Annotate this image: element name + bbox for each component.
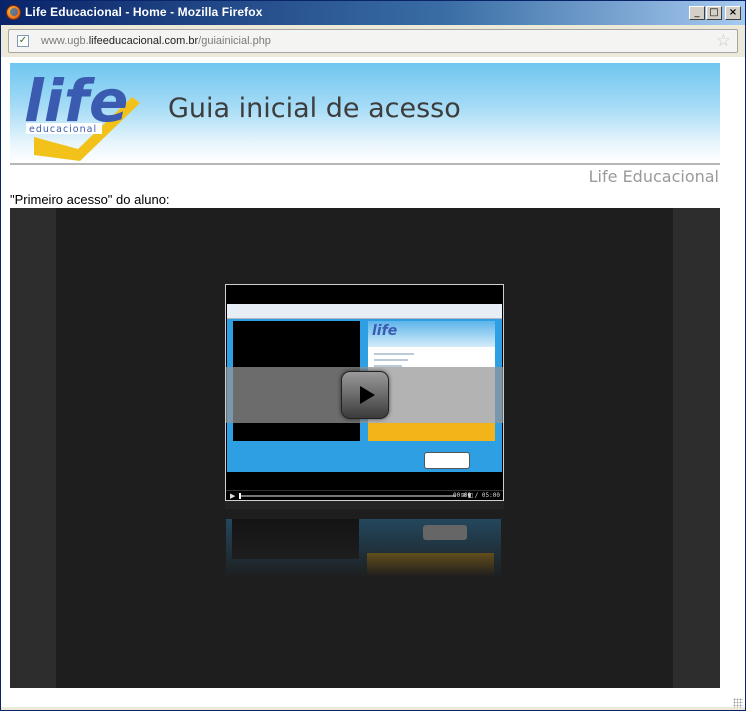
- video-controls: ▶ ⊞ ◧ 00:00 / 05:00: [226, 490, 503, 500]
- navigation-toolbar: ✓ www.ugb.lifeeducacional.com.br/guiaini…: [1, 25, 745, 57]
- header-banner: life educacional Guia inicial de acesso: [10, 63, 720, 163]
- control-play-icon[interactable]: ▶: [230, 492, 235, 500]
- url-text[interactable]: www.ugb.lifeeducacional.com.br/guiainici…: [41, 35, 271, 47]
- life-educacional-logo: life educacional: [24, 67, 140, 161]
- url-path: /guiainicial.php: [198, 35, 271, 47]
- browser-window: Life Educacional - Home - Mozilla Firefo…: [0, 0, 746, 711]
- status-bar: [1, 707, 745, 710]
- seek-bar[interactable]: [239, 493, 456, 499]
- reflection-yellow: [367, 553, 494, 577]
- close-button[interactable]: ×: [725, 6, 741, 20]
- star-icon[interactable]: ☆: [716, 31, 731, 51]
- thumbnail-line: [374, 353, 414, 355]
- logo-subtext: educacional: [29, 124, 97, 135]
- video-player[interactable]: life ▶ ⊞ ◧ 00:00 / 05:00: [225, 284, 504, 501]
- video-reflection: [225, 501, 504, 591]
- url-prefix: www.ugb.: [41, 35, 89, 47]
- thumbnail-chat-bubble: [424, 452, 470, 469]
- thumbnail-line: [374, 359, 408, 361]
- video-area: life ▶ ⊞ ◧ 00:00 / 05:00: [10, 208, 720, 688]
- video-stage: life ▶ ⊞ ◧ 00:00 / 05:00: [56, 208, 673, 688]
- thumbnail-panel-header: life: [368, 321, 495, 347]
- title-bar[interactable]: Life Educacional - Home - Mozilla Firefo…: [1, 1, 745, 25]
- play-icon: [360, 386, 375, 404]
- window-title: Life Educacional - Home - Mozilla Firefo…: [25, 5, 263, 19]
- firefox-icon: [6, 5, 21, 20]
- play-button[interactable]: [341, 371, 389, 419]
- time-display: 00:00 / 05:00: [453, 492, 500, 499]
- thumbnail-browser-bar: [227, 304, 502, 319]
- page-title: Guia inicial de acesso: [168, 93, 461, 124]
- maximize-button[interactable]: □: [706, 6, 722, 20]
- url-bar[interactable]: ✓ www.ugb.lifeeducacional.com.br/guiaini…: [8, 29, 738, 53]
- url-domain: lifeeducacional.com.br: [88, 35, 199, 47]
- thumbnail-yellow-bar: [368, 423, 495, 441]
- seek-knob[interactable]: [239, 493, 241, 499]
- reflection-bubble: [423, 525, 467, 540]
- header-divider: [10, 163, 720, 165]
- company-name: Life Educacional: [588, 167, 719, 186]
- thumbnail-logo: life: [372, 323, 398, 339]
- reflection-bar: [225, 501, 504, 509]
- page-viewport: life educacional Guia inicial de acesso …: [1, 57, 745, 707]
- reflection-black: [232, 519, 359, 559]
- section-label: "Primeiro acesso" do aluno:: [10, 192, 170, 207]
- resize-grip-icon[interactable]: [733, 698, 743, 708]
- minimize-button[interactable]: _: [689, 6, 705, 20]
- check-icon[interactable]: ✓: [17, 35, 29, 47]
